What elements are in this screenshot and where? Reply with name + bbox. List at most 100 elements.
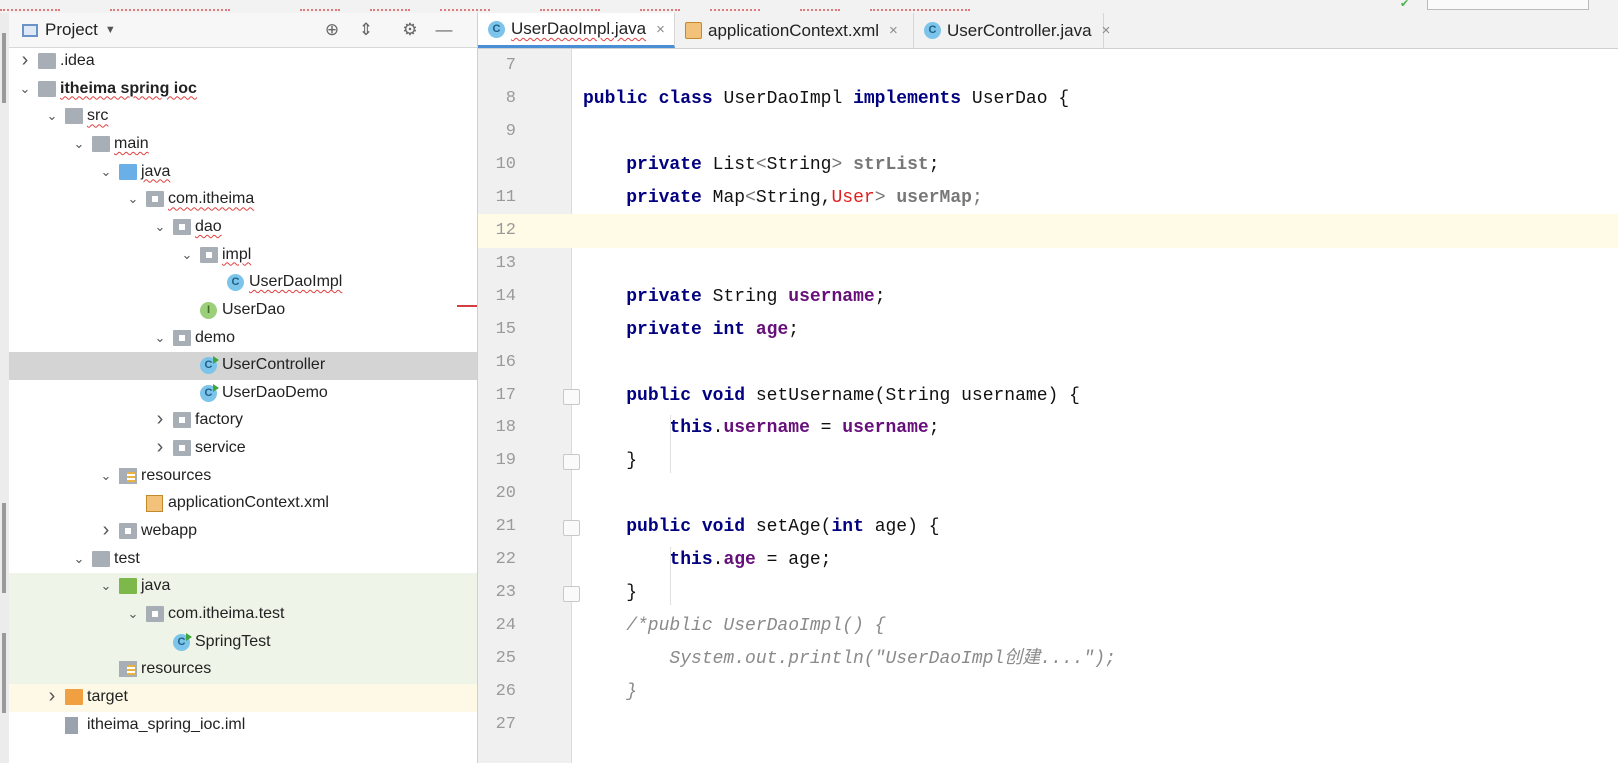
chevron-down-icon[interactable]: ⌄ [126, 605, 140, 623]
fold-icon[interactable] [563, 520, 580, 537]
close-icon[interactable]: × [656, 21, 665, 38]
run-configuration-box[interactable] [1427, 0, 1589, 10]
editor-tab[interactable]: C UserDaoImpl.java × [478, 13, 675, 48]
code-line[interactable]: 20 [478, 477, 1618, 511]
tree-item[interactable]: C SpringTest [9, 628, 477, 657]
nav-breadcrumb[interactable] [710, 0, 760, 11]
chevron-right-icon[interactable]: › [153, 437, 167, 457]
nav-breadcrumb[interactable] [0, 0, 60, 11]
chevron-down-icon[interactable]: ⌄ [180, 246, 194, 264]
chevron-down-icon[interactable]: ⌄ [99, 467, 113, 485]
code-line[interactable]: 26 } [478, 675, 1618, 709]
chevron-down-icon[interactable]: ⌄ [99, 163, 113, 181]
tree-item[interactable]: C UserController [9, 352, 477, 381]
code-line[interactable]: 19 } [478, 444, 1618, 478]
chevron-right-icon[interactable]: › [153, 409, 167, 429]
chevron-down-icon[interactable]: ⌄ [72, 135, 86, 153]
gear-icon[interactable]: ⚙ [399, 19, 421, 41]
excluded-folder-icon [65, 688, 83, 705]
tree-item[interactable]: › webapp [9, 518, 477, 546]
code-line[interactable]: 15 private int age; [478, 313, 1618, 347]
code-line[interactable]: 17 public void setUsername(String userna… [478, 379, 1618, 413]
code-line[interactable]: 24 /*public UserDaoImpl() { [478, 609, 1618, 643]
code-line[interactable]: 21 public void setAge(int age) { [478, 510, 1618, 544]
nav-breadcrumb[interactable] [300, 0, 340, 11]
chevron-down-icon[interactable]: ⌄ [153, 329, 167, 347]
tree-item[interactable]: ⌄ java [9, 573, 477, 602]
tree-item[interactable]: › target [9, 683, 477, 712]
code-line[interactable]: 27 [478, 708, 1618, 742]
code-line[interactable]: 10 private List<String> strList; [478, 148, 1618, 182]
structure-tool-window-button[interactable] [2, 503, 6, 593]
chevron-down-icon[interactable]: ⌄ [45, 107, 59, 125]
chevron-down-icon[interactable]: ⌄ [153, 218, 167, 236]
collapse-all-icon[interactable]: ⇕ [355, 19, 377, 41]
tree-item[interactable]: › factory [9, 407, 477, 435]
tree-item[interactable]: ⌄ impl [9, 242, 477, 270]
tree-item[interactable]: ⌄ com.itheima.test [9, 601, 477, 629]
nav-breadcrumb[interactable] [110, 0, 230, 11]
nav-breadcrumb[interactable] [640, 0, 680, 11]
chevron-right-icon[interactable]: › [18, 50, 32, 70]
tree-item[interactable]: ⌄ dao [9, 214, 477, 242]
code-line[interactable]: 14 private String username; [478, 280, 1618, 314]
nav-breadcrumb[interactable] [540, 0, 600, 11]
nav-breadcrumb[interactable] [440, 0, 490, 11]
tree-item[interactable]: resources [9, 656, 477, 685]
tree-item[interactable]: C UserDaoImpl [9, 269, 477, 297]
minimize-icon[interactable]: — [433, 19, 455, 41]
tree-item[interactable]: ⌄ itheima spring ioc [9, 76, 477, 104]
code-line[interactable]: 7 [478, 49, 1618, 83]
code-line[interactable]: 25 System.out.println("UserDaoImpl创建....… [478, 642, 1618, 676]
code-line[interactable]: 11 private Map<String,User> userMap; [478, 181, 1618, 215]
editor-tab[interactable]: C UserController.java × [914, 13, 1110, 48]
tree-item[interactable]: applicationContext.xml [9, 490, 477, 518]
tree-item[interactable]: ⌄ java [9, 159, 477, 187]
nav-breadcrumb[interactable] [800, 0, 840, 11]
tree-item[interactable]: C UserDaoDemo [9, 380, 477, 408]
favorites-tool-window-button[interactable] [2, 633, 6, 713]
tree-item[interactable]: I UserDao [9, 297, 477, 325]
code-line[interactable]: 13 [478, 247, 1618, 281]
tree-item[interactable]: › service [9, 435, 477, 463]
code-line[interactable]: 12 [478, 213, 1618, 248]
code-line[interactable]: 22 this.age = age; [478, 543, 1618, 577]
fold-icon[interactable] [563, 586, 580, 603]
fold-icon[interactable] [563, 388, 580, 405]
nav-breadcrumb[interactable] [870, 0, 970, 11]
tree-item[interactable]: ⌄ test [9, 546, 477, 574]
nav-breadcrumb[interactable] [370, 0, 410, 11]
editor-tab[interactable]: applicationContext.xml × [675, 13, 914, 48]
line-number: 27 [495, 715, 516, 734]
close-icon[interactable]: × [889, 22, 898, 39]
chevron-down-icon[interactable]: ⌄ [126, 190, 140, 208]
project-tool-window-button[interactable] [2, 33, 6, 103]
chevron-right-icon[interactable]: › [99, 520, 113, 540]
tree-item[interactable]: ⌄ main [9, 131, 477, 159]
code-line[interactable]: 9 [478, 115, 1618, 149]
chevron-down-icon[interactable]: ⌄ [72, 550, 86, 568]
tree-item[interactable]: ⌄ demo [9, 325, 477, 353]
code-editor[interactable]: 7 8 public class UserDaoImpl implements Us… [478, 49, 1618, 763]
code-line[interactable]: 16 [478, 346, 1618, 380]
test-source-folder-icon [119, 578, 137, 595]
close-icon[interactable]: × [1102, 22, 1111, 39]
project-panel-header: Project ▼ ⊕ ⇕ ⚙ — [9, 13, 477, 48]
code-line[interactable]: 23 } [478, 576, 1618, 610]
code-line[interactable]: 8 public class UserDaoImpl implements Use… [478, 82, 1618, 116]
tree-item[interactable]: itheima_spring_ioc.iml [9, 712, 477, 740]
project-view-selector[interactable]: Project ▼ [22, 20, 116, 40]
tree-item[interactable]: ⌄ resources [9, 463, 477, 491]
tree-item-label: target [87, 687, 128, 705]
chevron-down-icon[interactable]: ⌄ [18, 80, 32, 98]
tree-item[interactable]: ⌄ src [9, 103, 477, 131]
fold-icon[interactable] [563, 454, 580, 471]
tree-item[interactable]: › .idea [9, 48, 477, 76]
locate-target-icon[interactable]: ⊕ [321, 19, 343, 41]
tree-item[interactable]: ⌄ com.itheima [9, 186, 477, 214]
chevron-right-icon[interactable]: › [45, 686, 59, 706]
code-line[interactable]: 18 this.username = username; [478, 411, 1618, 445]
project-tree: › .idea ⌄ itheima spring ioc ⌄ src ⌄ main ⌄ java ⌄… [9, 48, 477, 763]
line-number: 10 [495, 154, 516, 174]
chevron-down-icon[interactable]: ⌄ [99, 577, 113, 595]
